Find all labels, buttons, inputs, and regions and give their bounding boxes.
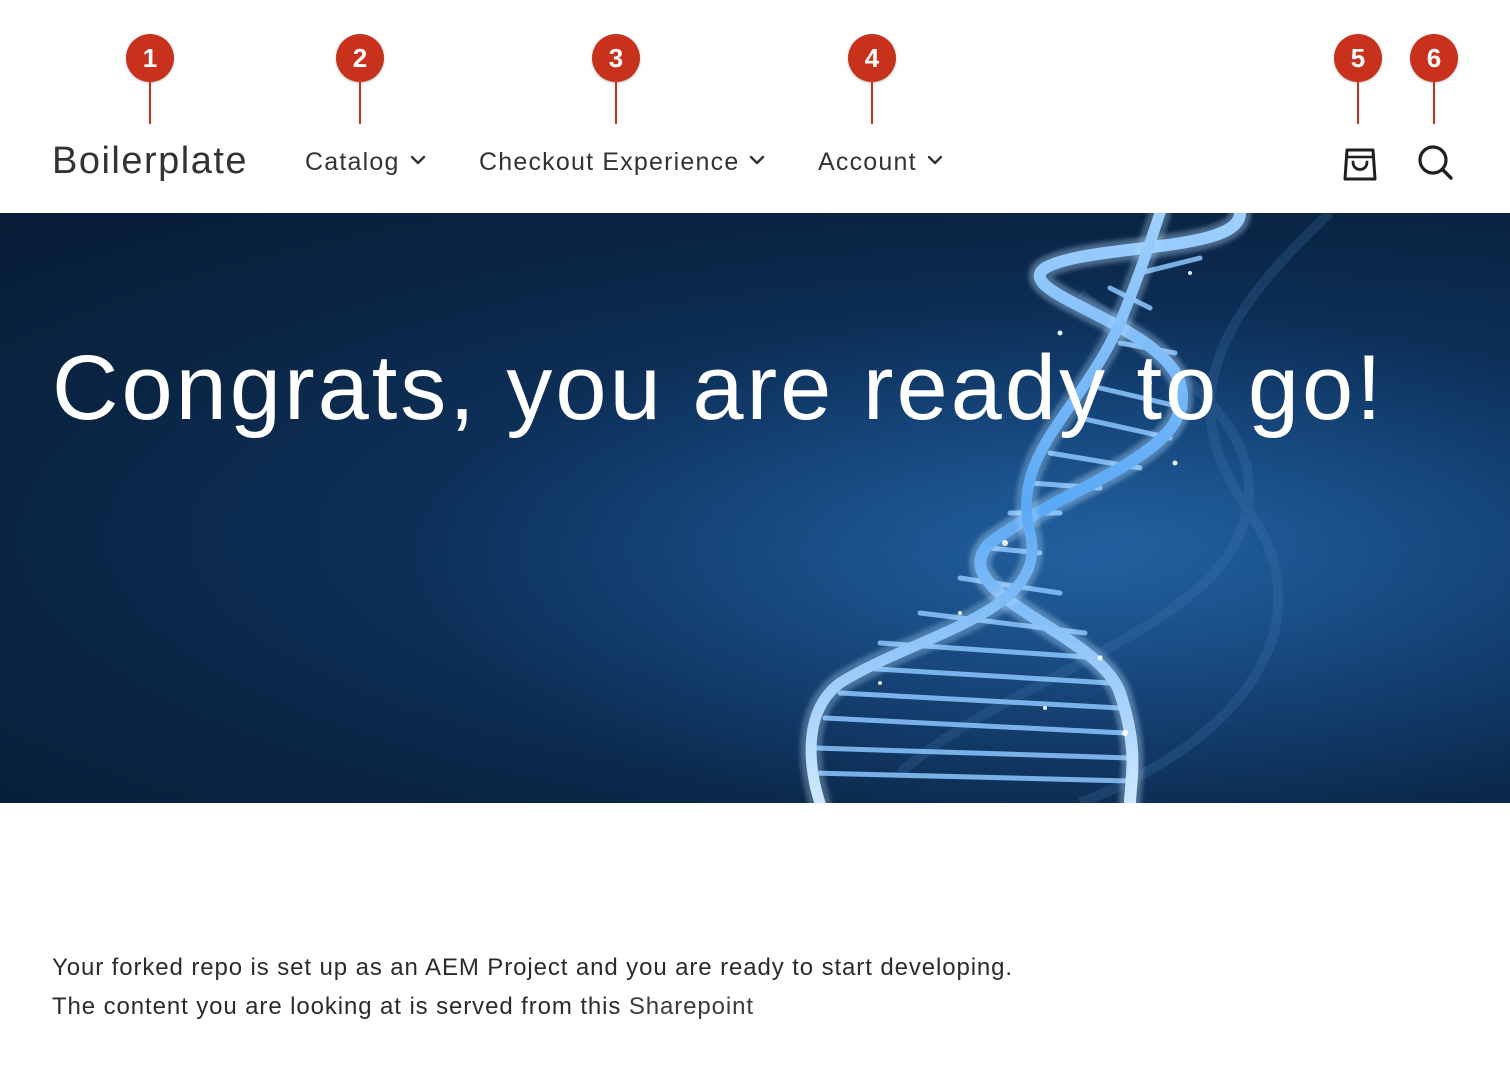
nav-item-checkout-experience[interactable]: Checkout Experience <box>479 145 767 179</box>
page: Boilerplate Catalog Checkout Experience … <box>0 0 1510 1090</box>
annotation-marker-6: 6 <box>1410 34 1458 82</box>
annotation-marker-3: 3 <box>592 34 640 82</box>
main-content: Your forked repo is set up as an AEM Pro… <box>52 948 1013 1026</box>
annotation-marker-2: 2 <box>336 34 384 82</box>
nav-item-label: Checkout Experience <box>479 147 740 176</box>
cart-button[interactable] <box>1340 140 1380 184</box>
site-header: Boilerplate Catalog Checkout Experience … <box>0 0 1510 213</box>
intro-line-2: The content you are looking at is served… <box>52 987 1013 1026</box>
intro-line-2-text: The content you are looking at is served… <box>52 993 629 1020</box>
chevron-down-icon <box>410 155 425 165</box>
intro-line-1: Your forked repo is set up as an AEM Pro… <box>52 954 1014 981</box>
annotation-marker-1: 1 <box>126 34 174 82</box>
nav-item-label: Account <box>818 147 917 176</box>
shopping-bag-icon <box>1343 148 1377 181</box>
brand-logo-link[interactable]: Boilerplate <box>52 138 248 184</box>
nav-item-label: Catalog <box>305 147 400 176</box>
nav-item-catalog[interactable]: Catalog <box>305 145 428 179</box>
chevron-down-icon <box>927 155 942 165</box>
annotation-marker-4: 4 <box>848 34 896 82</box>
hero-title: Congrats, you are ready to go! <box>52 337 1385 439</box>
annotation-line <box>359 82 361 124</box>
search-button[interactable] <box>1415 140 1455 184</box>
search-icon <box>1418 145 1453 180</box>
annotation-line <box>615 82 617 124</box>
annotation-marker-5: 5 <box>1334 34 1382 82</box>
annotation-line <box>149 82 151 124</box>
hero-banner: Congrats, you are ready to go! <box>0 213 1510 803</box>
annotation-line <box>871 82 873 124</box>
annotation-line <box>1433 82 1435 124</box>
chevron-down-icon <box>750 155 765 165</box>
dna-helix-image <box>0 213 1510 803</box>
nav-item-account[interactable]: Account <box>818 145 945 179</box>
sharepoint-link[interactable]: Sharepoint <box>629 993 754 1020</box>
annotation-line <box>1357 82 1359 124</box>
